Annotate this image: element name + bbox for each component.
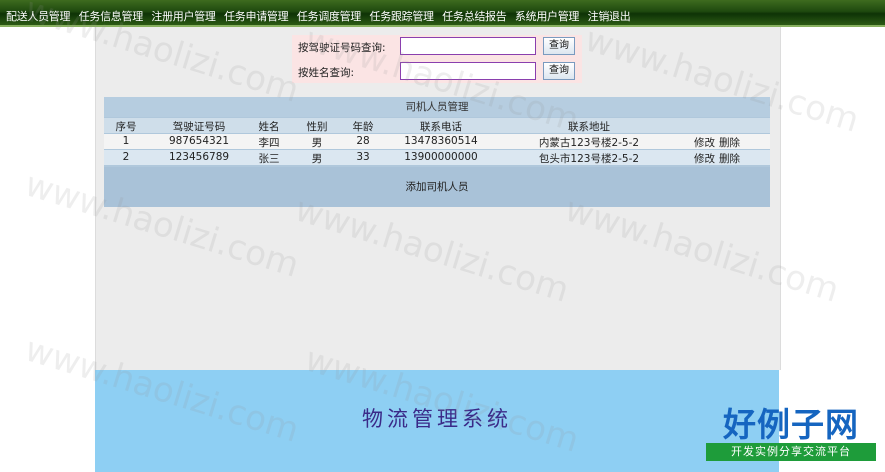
cell-actions: 修改 删除 — [694, 135, 764, 150]
header-license: 驾驶证号码 — [172, 121, 226, 133]
table-row: 2 123456789 张三 男 33 13900000000 包头市123号楼… — [104, 150, 770, 165]
name-query-button[interactable]: 查询 — [543, 62, 575, 80]
watermark-slogan: 开发实例分享交流平台 — [706, 443, 876, 461]
top-nav-bar: 配送人员管理 任务信息管理 注册用户管理 任务申请管理 任务调度管理 任务跟踪管… — [0, 0, 885, 27]
add-driver-link[interactable]: 添加司机人员 — [104, 179, 770, 194]
delete-link[interactable]: 删除 — [719, 153, 740, 165]
search-row-license: 按驾驶证号码查询: 查询 — [292, 37, 582, 55]
header-name: 姓名 — [258, 121, 280, 133]
license-search-input[interactable] — [400, 37, 536, 55]
table-row: 1 987654321 李四 男 28 13478360514 内蒙古123号楼… — [104, 134, 770, 149]
table-title: 司机人员管理 — [104, 97, 770, 117]
cell-age: 28 — [356, 135, 370, 147]
license-search-label: 按驾驶证号码查询: — [298, 42, 386, 54]
cell-no: 1 — [122, 135, 130, 147]
watermark-logo-text: 好例子网 — [723, 405, 859, 444]
cell-name: 李四 — [258, 137, 280, 149]
cell-no: 2 — [122, 151, 130, 163]
cell-name: 张三 — [258, 153, 280, 165]
nav-item-delivery-staff[interactable]: 配送人员管理 — [6, 10, 71, 23]
cell-license: 987654321 — [168, 135, 230, 147]
cell-age: 33 — [356, 151, 370, 163]
cell-actions: 修改 删除 — [694, 151, 764, 166]
license-query-button[interactable]: 查询 — [543, 37, 575, 55]
cell-gender: 男 — [311, 137, 323, 149]
nav-item-task-application[interactable]: 任务申请管理 — [224, 10, 289, 23]
cell-address: 内蒙古123号楼2-5-2 — [538, 137, 640, 149]
cell-address: 包头市123号楼2-5-2 — [538, 153, 640, 165]
search-panel: 按驾驶证号码查询: 查询 按姓名查询: 查询 — [292, 35, 582, 83]
nav-item-task-dispatch[interactable]: 任务调度管理 — [297, 10, 362, 23]
add-row: 添加司机人员 — [104, 167, 770, 207]
cell-phone: 13900000000 — [404, 151, 478, 163]
nav-items: 配送人员管理 任务信息管理 注册用户管理 任务申请管理 任务调度管理 任务跟踪管… — [6, 8, 635, 24]
cell-gender: 男 — [311, 153, 323, 165]
footer-banner: 物流管理系统 — [95, 370, 779, 472]
nav-item-task-info[interactable]: 任务信息管理 — [79, 10, 144, 23]
header-gender: 性别 — [306, 121, 328, 133]
cell-license: 123456789 — [168, 151, 230, 163]
system-title: 物流管理系统 — [362, 407, 512, 431]
name-search-label: 按姓名查询: — [298, 67, 355, 79]
edit-link[interactable]: 修改 — [694, 137, 715, 149]
nav-item-registered-users[interactable]: 注册用户管理 — [151, 10, 216, 23]
edit-link[interactable]: 修改 — [694, 153, 715, 165]
header-address: 联系地址 — [568, 121, 610, 133]
cell-phone: 13478360514 — [404, 135, 478, 147]
delete-link[interactable]: 删除 — [719, 137, 740, 149]
header-phone: 联系电话 — [420, 121, 462, 133]
table-header: 序号 驾驶证号码 姓名 性别 年龄 联系电话 联系地址 — [104, 118, 770, 133]
watermark-logo: 好例子网 开发实例分享交流平台 — [706, 398, 876, 466]
search-row-name: 按姓名查询: 查询 — [292, 62, 582, 80]
nav-item-task-report[interactable]: 任务总结报告 — [442, 10, 507, 23]
nav-item-logout[interactable]: 注销退出 — [588, 10, 631, 23]
header-no: 序号 — [115, 121, 137, 133]
header-age: 年龄 — [352, 121, 374, 133]
name-search-input[interactable] — [400, 62, 536, 80]
driver-table: 司机人员管理 序号 驾驶证号码 姓名 性别 年龄 联系电话 联系地址 1 987… — [104, 97, 770, 207]
nav-item-system-users[interactable]: 系统用户管理 — [515, 10, 580, 23]
nav-item-task-tracking[interactable]: 任务跟踪管理 — [370, 10, 435, 23]
